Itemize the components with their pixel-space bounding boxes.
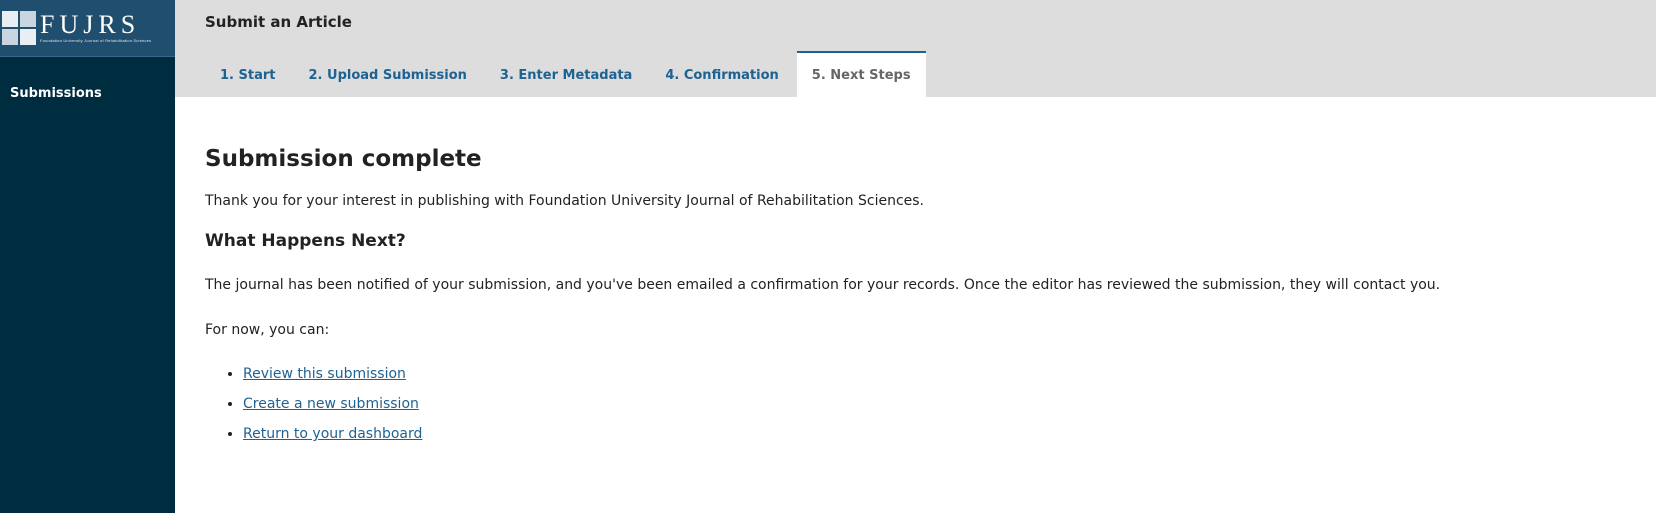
sidebar-item-submissions[interactable]: Submissions bbox=[10, 86, 102, 101]
thank-you-text: Thank you for your interest in publishin… bbox=[205, 193, 925, 209]
create-new-submission-link[interactable]: Create a new submission bbox=[243, 396, 419, 412]
review-submission-link[interactable]: Review this submission bbox=[243, 366, 406, 382]
logo-letters: FUJRS bbox=[40, 10, 141, 39]
list-item: Return to your dashboard bbox=[243, 424, 1625, 444]
page-title: Submit an Article bbox=[205, 13, 352, 31]
return-to-dashboard-link[interactable]: Return to your dashboard bbox=[243, 426, 422, 442]
notification-text: The journal has been notified of your su… bbox=[205, 277, 1441, 293]
tab-upload-submission[interactable]: 2. Upload Submission bbox=[294, 51, 482, 97]
what-happens-next-heading: What Happens Next? bbox=[205, 231, 406, 251]
list-item: Review this submission bbox=[243, 364, 1625, 384]
logo-emblem-icon bbox=[2, 11, 36, 45]
page-header: Submit an Article 1. Start 2. Upload Sub… bbox=[175, 0, 1656, 97]
tab-start[interactable]: 1. Start bbox=[205, 51, 291, 97]
sidebar: FUJRS Foundation University Journal of R… bbox=[0, 0, 175, 513]
for-now-text: For now, you can: bbox=[205, 322, 330, 338]
list-item: Create a new submission bbox=[243, 394, 1625, 414]
next-steps-list: Review this submission Create a new subm… bbox=[205, 364, 1625, 444]
wizard-tabs: 1. Start 2. Upload Submission 3. Enter M… bbox=[205, 51, 929, 97]
submission-complete-heading: Submission complete bbox=[205, 146, 482, 172]
logo-subtitle: Foundation University Journal of Rehabil… bbox=[40, 38, 152, 43]
tab-confirmation[interactable]: 4. Confirmation bbox=[650, 51, 793, 97]
journal-logo[interactable]: FUJRS Foundation University Journal of R… bbox=[0, 0, 175, 57]
main-content: Submission complete Thank you for your i… bbox=[205, 143, 1625, 454]
tab-enter-metadata[interactable]: 3. Enter Metadata bbox=[485, 51, 647, 97]
tab-next-steps[interactable]: 5. Next Steps bbox=[796, 51, 926, 97]
